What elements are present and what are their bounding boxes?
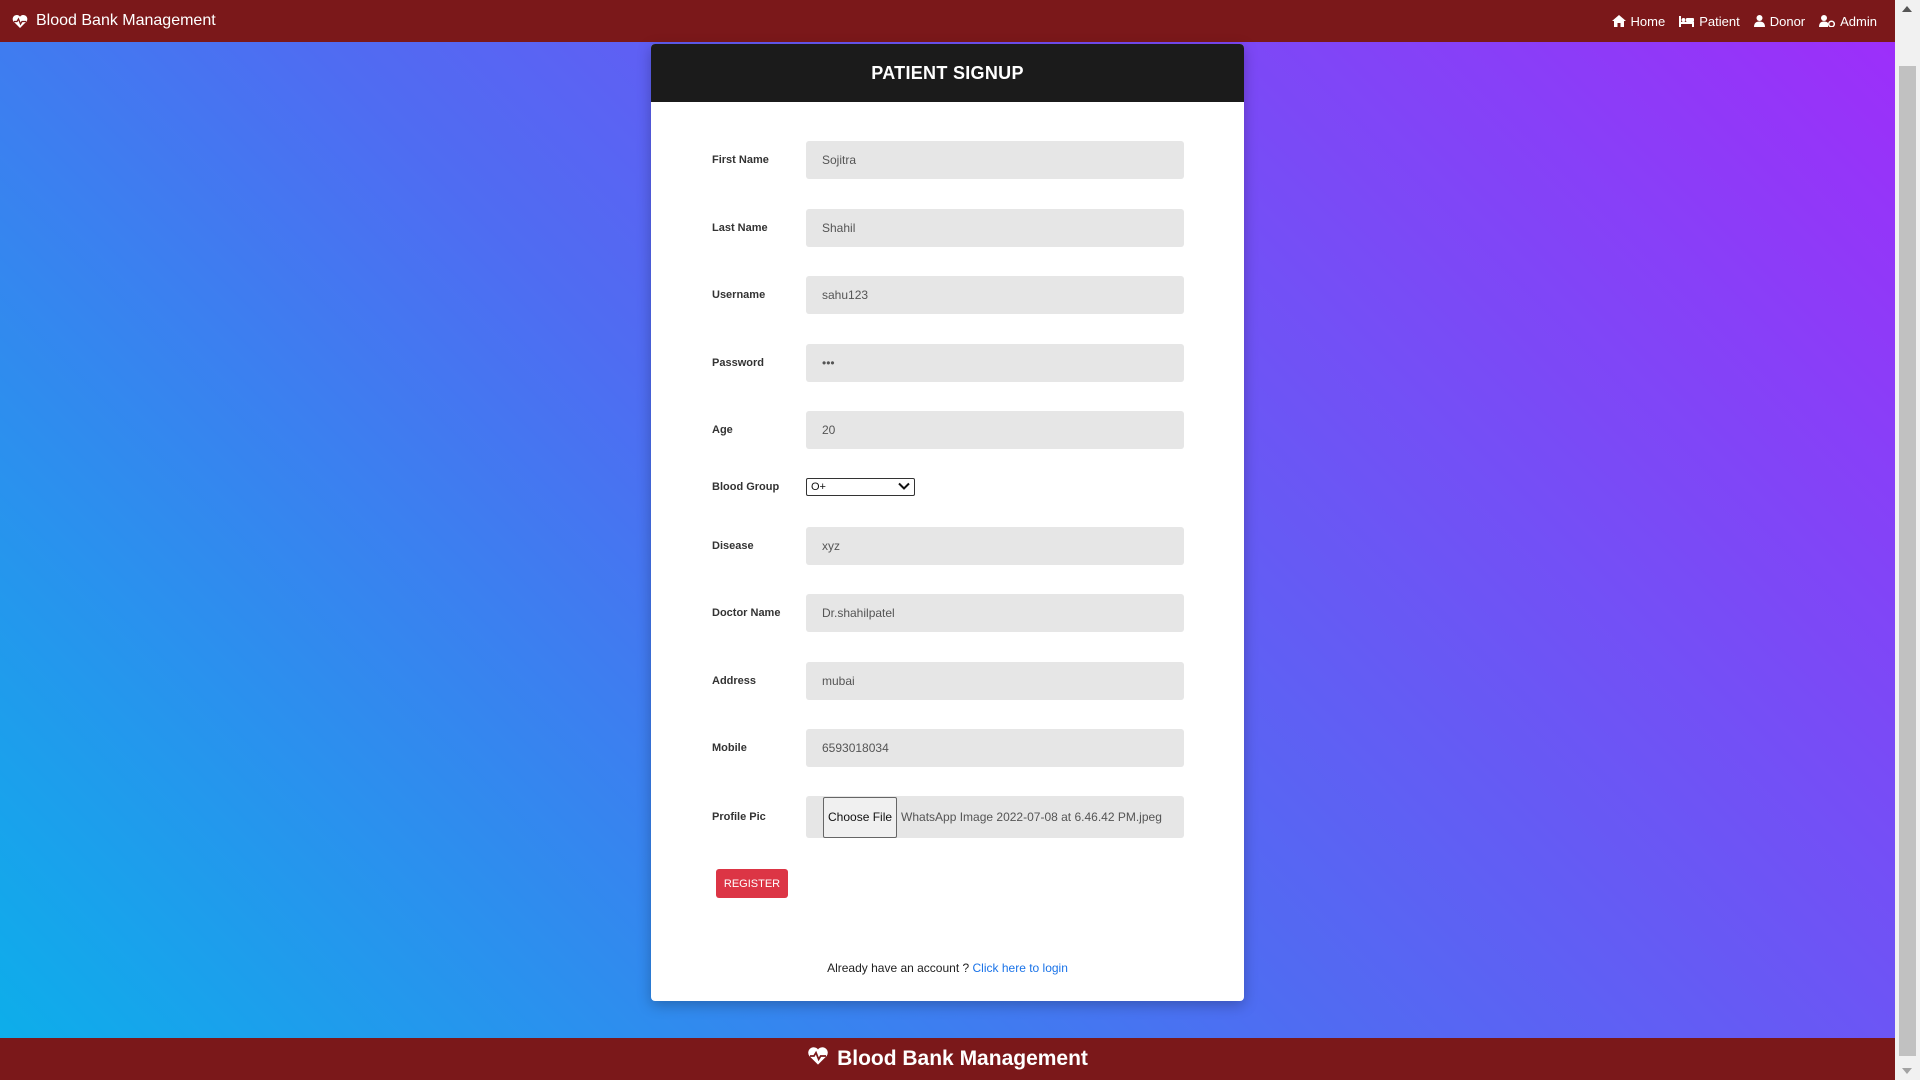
footer: Blood Bank Management <box>0 1038 1895 1080</box>
disease-row: Disease <box>651 527 1244 565</box>
nav-donor-label: Donor <box>1769 13 1806 29</box>
mobile-row: Mobile <box>651 729 1244 767</box>
last-name-label: Last Name <box>712 222 768 234</box>
login-prompt-text: Already have an account ? <box>827 961 973 975</box>
disease-input[interactable] <box>806 527 1184 565</box>
profile-pic-label: Profile Pic <box>712 811 766 823</box>
doctor-name-row: Doctor Name <box>651 594 1244 632</box>
choose-file-button[interactable]: Choose File <box>823 796 898 838</box>
top-navbar: Blood Bank Management Home Patient Donor… <box>0 0 1895 42</box>
age-row: Age <box>651 411 1244 449</box>
heartbeat-icon <box>12 14 28 29</box>
doctor-name-label: Doctor Name <box>712 607 781 619</box>
login-link[interactable]: Click here to login <box>973 961 1068 975</box>
selected-file-name: WhatsApp Image 2022-07-08 at 6.46.42 PM.… <box>901 810 1162 824</box>
password-label: Password <box>712 357 764 369</box>
disease-label: Disease <box>712 540 754 552</box>
scroll-up-icon[interactable] <box>1902 6 1912 12</box>
mobile-input[interactable] <box>806 729 1184 767</box>
nav-patient-label: Patient <box>1699 13 1740 29</box>
profile-pic-row: Profile Pic Choose File WhatsApp Image 2… <box>651 796 1244 838</box>
register-button[interactable]: REGISTER <box>716 869 788 898</box>
footer-brand: Blood Bank Management <box>837 1047 1088 1070</box>
age-input[interactable] <box>806 411 1184 449</box>
nav-admin[interactable]: Admin <box>1819 14 1877 29</box>
blood-group-value: O+ <box>811 481 826 493</box>
first-name-input[interactable] <box>806 141 1184 179</box>
mobile-label: Mobile <box>712 742 747 754</box>
bed-icon <box>1679 15 1695 27</box>
nav-admin-label: Admin <box>1840 13 1877 29</box>
user-icon <box>1753 15 1765 27</box>
username-input[interactable] <box>806 276 1184 314</box>
form-title: PATIENT SIGNUP <box>871 62 1024 83</box>
chevron-down-icon <box>898 481 910 493</box>
username-row: Username <box>651 276 1244 314</box>
age-label: Age <box>712 424 733 436</box>
blood-group-row: Blood Group O+ <box>651 477 1244 497</box>
signup-card: PATIENT SIGNUP First Name Last Name User… <box>651 44 1244 1001</box>
user-cog-icon <box>1819 15 1836 27</box>
password-row: Password <box>651 344 1244 382</box>
doctor-name-input[interactable] <box>806 594 1184 632</box>
password-input[interactable] <box>806 344 1184 382</box>
last-name-input[interactable] <box>806 209 1184 247</box>
home-icon <box>1611 15 1626 27</box>
nav-home[interactable]: Home <box>1611 13 1666 29</box>
nav-donor[interactable]: Donor <box>1753 13 1806 29</box>
footer-heartbeat-icon <box>807 1046 829 1072</box>
nav-home-label: Home <box>1630 13 1666 29</box>
nav-patient[interactable]: Patient <box>1679 13 1740 29</box>
blood-group-label: Blood Group <box>712 481 780 493</box>
address-row: Address <box>651 662 1244 700</box>
login-prompt: Already have an account ? Click here to … <box>651 961 1244 975</box>
first-name-label: First Name <box>712 154 769 166</box>
brand[interactable]: Blood Bank Management <box>12 12 216 30</box>
blood-group-select[interactable]: O+ <box>806 478 915 496</box>
profile-pic-file-input: Choose File WhatsApp Image 2022-07-08 at… <box>806 796 1184 838</box>
card-header: PATIENT SIGNUP <box>651 44 1244 102</box>
scroll-down-icon[interactable] <box>1902 1068 1912 1074</box>
first-name-row: First Name <box>651 141 1244 179</box>
address-input[interactable] <box>806 662 1184 700</box>
brand-label: Blood Bank Management <box>36 12 216 29</box>
scroll-thumb[interactable] <box>1899 66 1916 1056</box>
username-label: Username <box>712 289 766 301</box>
address-label: Address <box>712 675 757 687</box>
nav-links: Home Patient Donor Admin <box>1611 13 1877 29</box>
page-scrollbar[interactable] <box>1895 0 1920 1080</box>
last-name-row: Last Name <box>651 209 1244 247</box>
